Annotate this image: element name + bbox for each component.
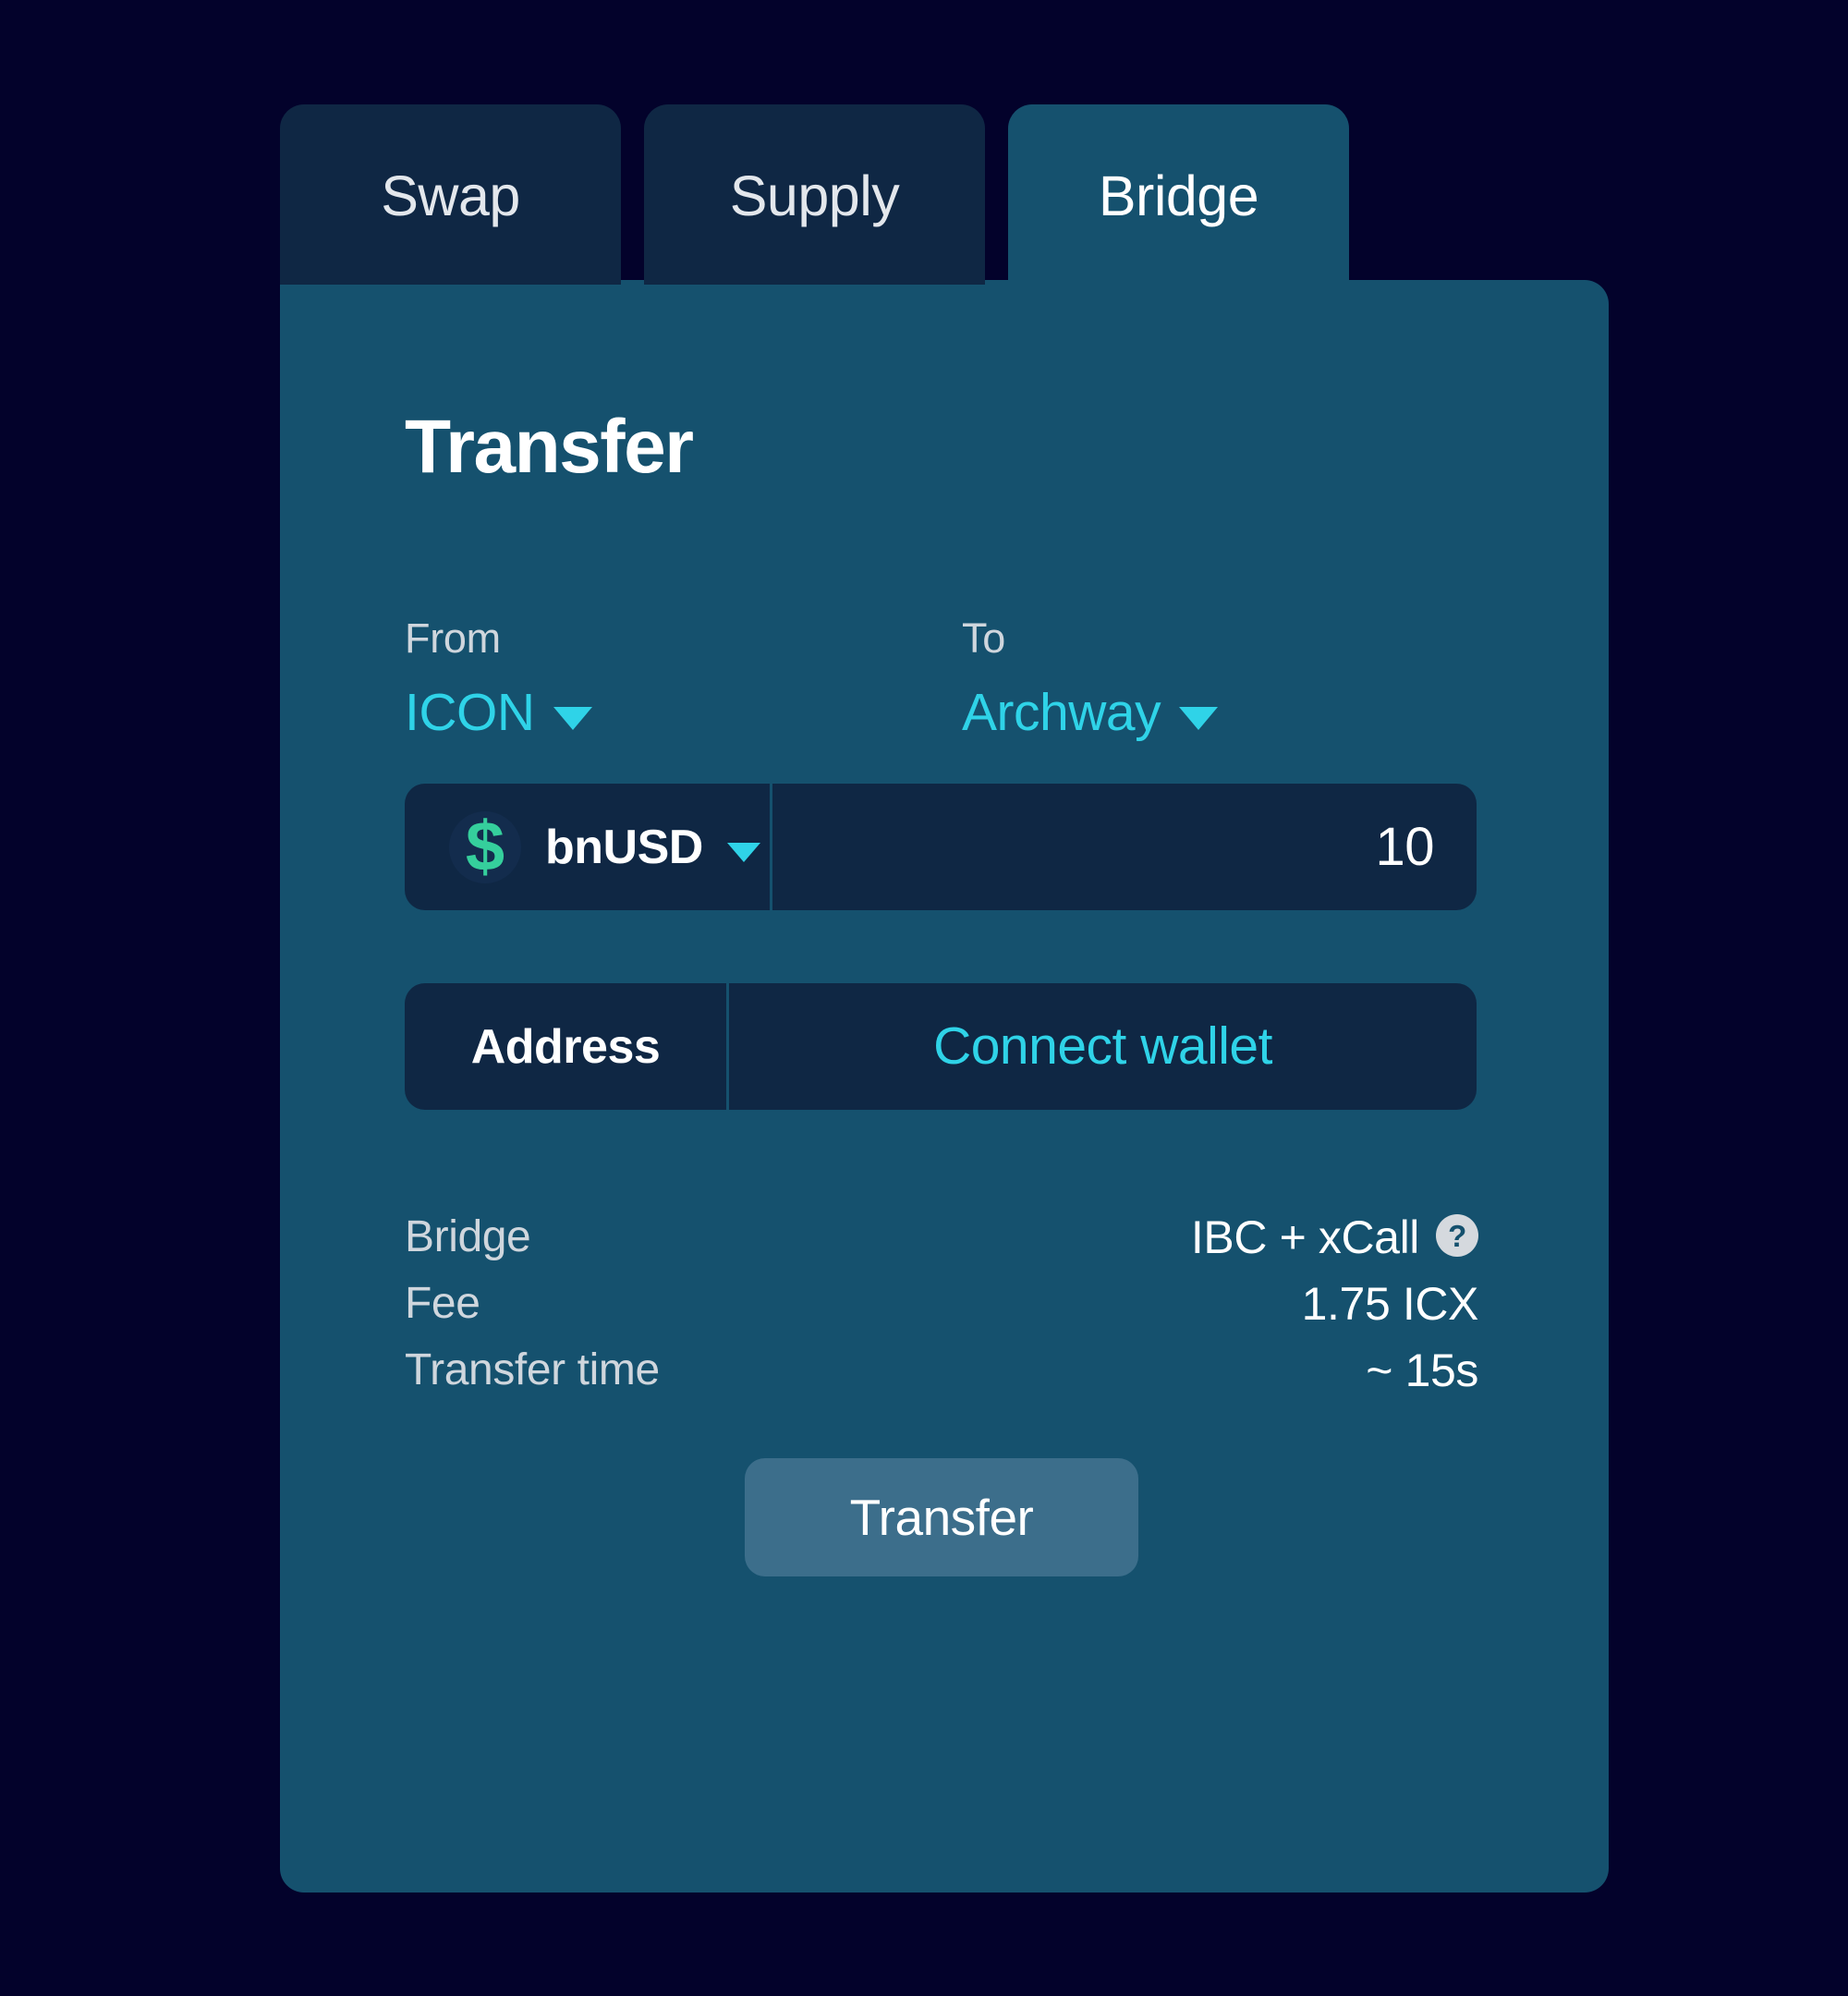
panel-content: Transfer From ICON To Archway $ bnUSD 10… <box>405 280 1484 1893</box>
to-chain-column: To Archway <box>944 617 1484 739</box>
detail-key-fee: Fee <box>405 1279 480 1328</box>
address-value-cell: Connect wallet <box>729 983 1477 1110</box>
connect-wallet-button[interactable]: Connect wallet <box>729 1020 1477 1073</box>
tab-supply[interactable]: Supply <box>644 104 985 285</box>
tab-bar: Swap Supply Bridge <box>280 104 1349 285</box>
token-name: bnUSD <box>545 820 703 874</box>
help-circle-icon[interactable]: ? <box>1436 1214 1478 1257</box>
chevron-down-icon <box>726 843 760 862</box>
to-label: To <box>962 615 1005 662</box>
token-select-cell: $ bnUSD <box>405 784 770 910</box>
bnusd-token-icon: $ <box>449 810 521 883</box>
transfer-details: Bridge IBC + xCall ? Fee 1.75 ICX Transf… <box>405 1204 1478 1404</box>
transfer-button[interactable]: Transfer <box>745 1458 1138 1576</box>
address-label: Address <box>470 1019 661 1074</box>
detail-value-transfer-time: ~ 15s <box>1366 1345 1478 1396</box>
chevron-down-icon <box>553 707 592 730</box>
from-chain-select[interactable]: ICON <box>405 687 592 739</box>
tab-bridge-label: Bridge <box>1098 164 1259 227</box>
token-amount-field: $ bnUSD <box>405 784 1477 910</box>
tab-swap-label: Swap <box>381 164 520 227</box>
from-chain-name: ICON <box>405 683 535 742</box>
detail-row-fee: Fee 1.75 ICX <box>405 1271 1478 1337</box>
tab-bridge[interactable]: Bridge <box>1008 104 1349 285</box>
bridge-panel: Transfer From ICON To Archway $ bnUSD 10… <box>280 280 1609 1893</box>
detail-row-transfer-time: Transfer time ~ 15s <box>405 1337 1478 1404</box>
detail-value-fee: 1.75 ICX <box>1301 1278 1479 1330</box>
detail-key-bridge: Bridge <box>405 1212 531 1261</box>
tab-supply-label: Supply <box>729 164 900 227</box>
page-title: Transfer <box>405 405 694 489</box>
amount-cell <box>772 784 1477 910</box>
amount-input[interactable] <box>772 816 1477 878</box>
chain-selection-row: From ICON To Archway <box>405 617 1484 739</box>
to-chain-name: Archway <box>962 683 1161 742</box>
to-chain-select[interactable]: Archway <box>962 683 1219 742</box>
token-select[interactable]: $ bnUSD <box>405 810 760 883</box>
from-label: From <box>405 615 501 662</box>
detail-value-bridge: IBC + xCall ? <box>1191 1214 1478 1260</box>
chevron-down-icon <box>1179 707 1219 730</box>
address-label-cell: Address <box>405 983 726 1110</box>
tab-swap[interactable]: Swap <box>280 104 621 285</box>
from-chain-column: From ICON <box>405 617 944 739</box>
detail-key-transfer-time: Transfer time <box>405 1345 660 1394</box>
detail-value-bridge-text: IBC + xCall <box>1190 1211 1419 1263</box>
cta-container: Transfer <box>405 1458 1478 1576</box>
address-field: Address Connect wallet <box>405 983 1477 1110</box>
detail-row-bridge: Bridge IBC + xCall ? <box>405 1204 1478 1271</box>
app-root: Swap Supply Bridge Transfer From ICON To… <box>0 0 1848 1996</box>
